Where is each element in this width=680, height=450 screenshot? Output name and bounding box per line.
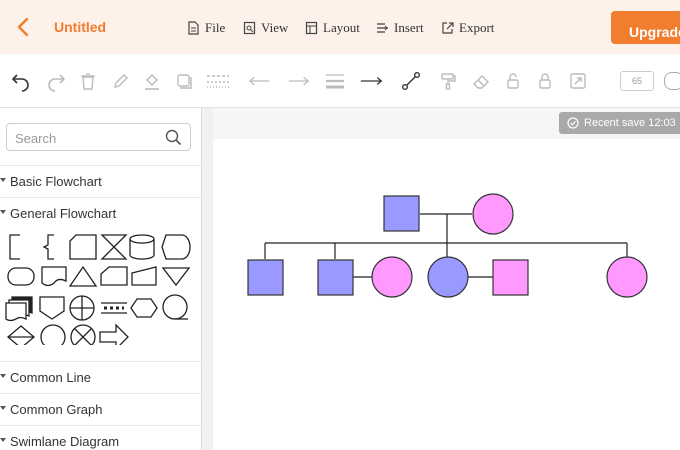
- sequential-data-shape[interactable]: [162, 294, 188, 320]
- upgrade-button[interactable]: Upgrade: [611, 11, 680, 44]
- menu-export-label: Export: [459, 20, 495, 35]
- search-input[interactable]: [15, 129, 160, 147]
- lock-open-icon[interactable]: [501, 69, 525, 93]
- category-basic-flowchart[interactable]: Basic Flowchart: [0, 165, 201, 195]
- back-arrow-icon[interactable]: [14, 15, 34, 39]
- terminator-shape[interactable]: [7, 267, 35, 286]
- save-status-badge: Recent save 12:03: [559, 112, 680, 134]
- check-circle-icon: [567, 117, 579, 129]
- female-node[interactable]: [371, 256, 413, 298]
- search-icon[interactable]: [165, 129, 182, 146]
- search-box: [6, 123, 191, 151]
- menu-layout[interactable]: Layout: [305, 19, 360, 37]
- insert-icon: [377, 23, 388, 33]
- category-common-graph[interactable]: Common Graph: [0, 393, 201, 423]
- manual-input-shape[interactable]: [131, 266, 157, 286]
- fit-screen-icon[interactable]: [566, 69, 590, 93]
- toolbar: 65: [0, 54, 680, 108]
- shadow-icon[interactable]: [172, 69, 196, 93]
- circle-shape[interactable]: [40, 324, 66, 345]
- arrow-right-icon[interactable]: [287, 69, 311, 93]
- category-label: Common Graph: [10, 402, 103, 417]
- dotted-line-shape[interactable]: [101, 302, 127, 314]
- collapse-arrow-icon: [0, 438, 6, 442]
- format-painter-icon[interactable]: [436, 69, 460, 93]
- hexagon-shape[interactable]: [130, 298, 158, 318]
- male-node[interactable]: [247, 259, 284, 296]
- menu-insert[interactable]: Insert: [376, 19, 424, 37]
- manual-operation-shape[interactable]: [41, 266, 67, 287]
- expand-arrow-icon: [0, 210, 6, 214]
- multi-document-shape[interactable]: [5, 296, 33, 322]
- delete-icon[interactable]: [76, 69, 100, 93]
- display-shape[interactable]: [161, 234, 191, 260]
- canvas-area: Recent save 12:03: [203, 108, 680, 450]
- zoom-level[interactable]: 65: [620, 71, 654, 91]
- category-label: Common Line: [10, 370, 91, 385]
- off-page-reference-shape[interactable]: [39, 296, 65, 320]
- shape-library-panel: Basic Flowchart General Flowchart: [0, 108, 202, 450]
- redo-icon[interactable]: [44, 69, 68, 93]
- genogram-diagram: [247, 193, 648, 298]
- collapse-arrow-icon: [0, 374, 6, 378]
- top-menu-bar: Untitled File View Layout Insert Export …: [0, 0, 680, 54]
- merge-shape[interactable]: [161, 267, 191, 287]
- fill-bucket-icon[interactable]: [140, 69, 164, 93]
- menu-file-label: File: [205, 20, 226, 35]
- female-square-node[interactable]: [492, 259, 529, 296]
- lock-icon[interactable]: [533, 69, 557, 93]
- menu-view-label: View: [261, 20, 289, 35]
- database-shape[interactable]: [129, 234, 155, 260]
- undo-icon[interactable]: [9, 69, 33, 93]
- layout-icon: [305, 21, 318, 35]
- menu-insert-label: Insert: [394, 20, 424, 35]
- block-arrow-shape[interactable]: [99, 323, 129, 345]
- menu-layout-label: Layout: [323, 20, 360, 35]
- view-icon: [243, 21, 256, 35]
- arrow-left-icon[interactable]: [247, 69, 271, 93]
- curly-brace-shape[interactable]: [42, 234, 54, 260]
- summing-junction-shape[interactable]: [69, 295, 95, 321]
- line-style-icon[interactable]: [206, 69, 230, 93]
- connector-line-icon[interactable]: [399, 69, 423, 93]
- eraser-icon[interactable]: [469, 69, 493, 93]
- person-node[interactable]: [427, 256, 469, 298]
- drawing-canvas[interactable]: [213, 139, 680, 450]
- female-node[interactable]: [472, 193, 514, 235]
- category-common-line[interactable]: Common Line: [0, 361, 201, 391]
- file-icon: [188, 21, 199, 35]
- pen-icon[interactable]: [109, 69, 133, 93]
- line-weight-icon[interactable]: [323, 69, 347, 93]
- collapse-arrow-icon: [0, 178, 6, 182]
- category-label: Swimlane Diagram: [10, 434, 120, 449]
- category-general-flowchart[interactable]: General Flowchart: [0, 197, 201, 227]
- annotation-bracket-shape[interactable]: [9, 234, 20, 260]
- collate-shape[interactable]: [100, 234, 128, 260]
- rounded-rect-icon[interactable]: [664, 72, 680, 90]
- female-node[interactable]: [606, 256, 648, 298]
- decision-diamond-shape[interactable]: [6, 325, 36, 345]
- shape-grid: [5, 234, 191, 345]
- menu-view[interactable]: View: [243, 19, 288, 37]
- triangle-shape[interactable]: [68, 265, 98, 287]
- menu-export[interactable]: Export: [441, 19, 494, 37]
- category-swimlane-diagram[interactable]: Swimlane Diagram: [0, 425, 201, 450]
- menu-file[interactable]: File: [187, 19, 225, 37]
- export-icon: [442, 22, 454, 34]
- collapse-arrow-icon: [0, 406, 6, 410]
- male-node[interactable]: [383, 195, 420, 232]
- save-status-text: Recent save 12:03: [584, 117, 676, 129]
- male-node[interactable]: [317, 259, 354, 296]
- category-label: General Flowchart: [10, 206, 117, 221]
- card-shape[interactable]: [69, 234, 97, 260]
- connector-arrow-icon[interactable]: [360, 69, 384, 93]
- document-title[interactable]: Untitled: [54, 19, 106, 35]
- category-label: Basic Flowchart: [10, 174, 102, 189]
- or-junction-shape[interactable]: [70, 324, 96, 345]
- trapezoid-shape[interactable]: [100, 266, 128, 286]
